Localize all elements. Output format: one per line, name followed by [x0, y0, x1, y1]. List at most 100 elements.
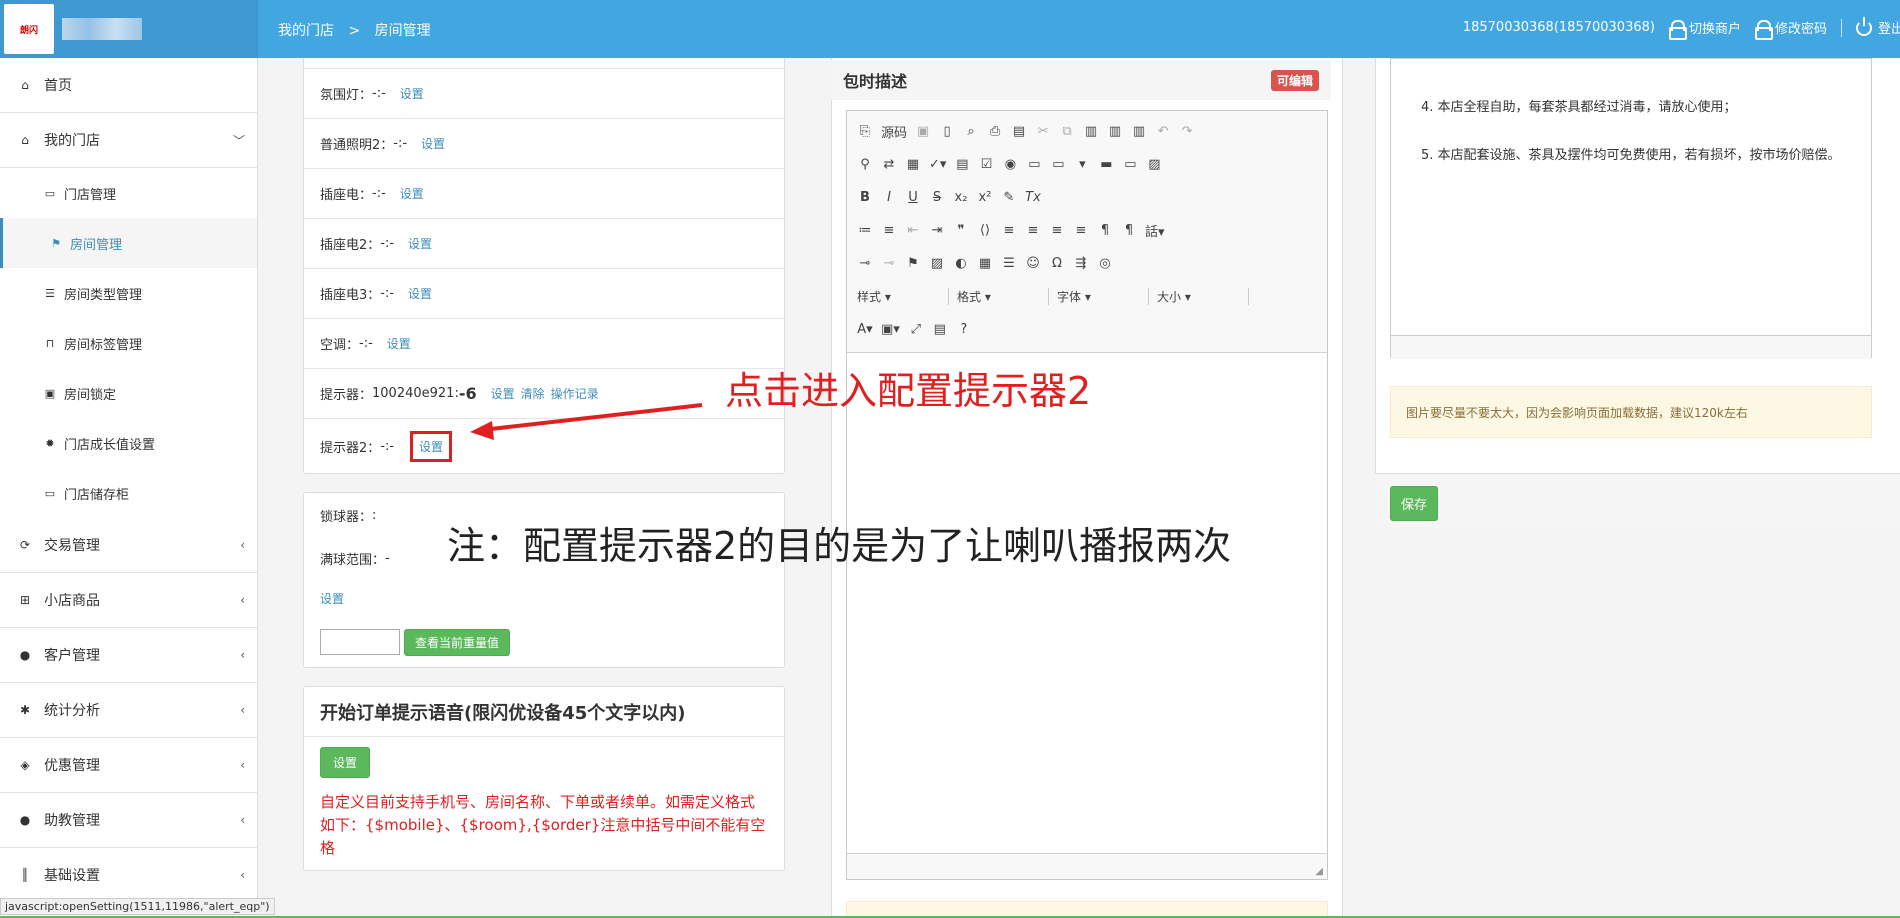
- image-icon[interactable]: ▨: [929, 256, 945, 271]
- sidebar-item-customer[interactable]: ● 客户管理 ‹: [0, 628, 257, 683]
- sidebar-sub-growth[interactable]: ✹ 门店成长值设置: [0, 418, 257, 468]
- align-right-icon[interactable]: ≡: [1049, 223, 1065, 238]
- prompter-log-link[interactable]: 操作记录: [551, 385, 599, 402]
- anchor-icon[interactable]: ⚑: [905, 256, 921, 271]
- bg-color-icon[interactable]: ▣▾: [881, 322, 900, 337]
- sidebar-sub-locker[interactable]: ▭ 门店储存柜: [0, 468, 257, 518]
- search-icon[interactable]: ⚲: [857, 157, 873, 172]
- language-icon[interactable]: 話▾: [1145, 221, 1165, 240]
- sidebar-sub-room-lock[interactable]: ▣ 房间锁定: [0, 368, 257, 418]
- save-button[interactable]: 保存: [1390, 486, 1439, 521]
- template-icon[interactable]: ▤: [1011, 124, 1027, 139]
- italic-icon[interactable]: I: [881, 190, 897, 205]
- outdent-icon[interactable]: ⇤: [905, 223, 921, 238]
- horizontal-rule-icon[interactable]: ☰: [1001, 256, 1017, 271]
- font-select[interactable]: 字体 ▾: [1057, 288, 1149, 305]
- switch-merchant-button[interactable]: 切换商户: [1668, 18, 1741, 40]
- sidebar-item-home[interactable]: ⌂ 首页: [0, 58, 257, 113]
- select-all-icon[interactable]: ▦: [905, 157, 921, 172]
- superscript-icon[interactable]: x²: [977, 190, 993, 205]
- paste-icon[interactable]: ▥: [1083, 124, 1099, 139]
- help-icon[interactable]: ?: [956, 322, 972, 337]
- prompter-set-link[interactable]: 设置: [491, 385, 515, 402]
- format-painter-icon[interactable]: ✎: [1001, 190, 1017, 205]
- prompter2-set-link[interactable]: 设置: [419, 440, 443, 454]
- sidebar-item-trade[interactable]: ⟳ 交易管理 ‹: [0, 518, 257, 573]
- sidebar-item-shop-goods[interactable]: ⊞ 小店商品 ‹: [0, 573, 257, 628]
- smiley-icon[interactable]: ☺: [1025, 256, 1041, 271]
- replace-icon[interactable]: ⇄: [881, 157, 897, 172]
- print-icon[interactable]: ⎙: [987, 124, 1003, 139]
- rich-text-editor[interactable]: ⎘ 源码 ▣ ▯ ⌕ ⎙ ▤ ✂ ⧉ ▥ ▥ ▥ ↶ ↷ ⚲ ⇄ ▦ ✓▾ ▤ ☑ ◉ ▭ ▭ ▾ ▬ ▭ ▨ B I U Sx₂ x² ✎…: [846, 110, 1328, 880]
- blockquote-icon[interactable]: ❞: [953, 223, 969, 238]
- sidebar-item-stats[interactable]: ✱ 统计分析 ‹: [0, 683, 257, 738]
- device-set-link[interactable]: 设置: [421, 135, 445, 152]
- bullet-list-icon[interactable]: ≡: [881, 223, 897, 238]
- strike-icon[interactable]: S: [929, 190, 945, 205]
- source-button[interactable]: 源码: [881, 122, 907, 141]
- device-set-link[interactable]: 设置: [387, 335, 411, 352]
- link-icon[interactable]: ⊸: [857, 256, 873, 271]
- flash-icon[interactable]: ◐: [953, 256, 969, 271]
- special-char-icon[interactable]: Ω: [1049, 256, 1065, 271]
- ball-set-link[interactable]: 设置: [320, 590, 344, 607]
- underline-icon[interactable]: U: [905, 190, 921, 205]
- maximize-icon[interactable]: ⤢: [908, 322, 924, 337]
- subscript-icon[interactable]: x₂: [953, 190, 969, 205]
- device-set-link[interactable]: 设置: [400, 85, 424, 102]
- view-weight-button[interactable]: 查看当前重量值: [404, 628, 511, 656]
- div-icon[interactable]: ⟨⟩: [977, 223, 993, 238]
- table-icon[interactable]: ▦: [977, 256, 993, 271]
- select-icon[interactable]: ▾: [1074, 157, 1090, 172]
- change-password-button[interactable]: 修改密码: [1754, 18, 1827, 40]
- save-icon[interactable]: ▣: [915, 124, 931, 139]
- ltr-icon[interactable]: ¶: [1097, 223, 1113, 238]
- paste-text-icon[interactable]: ▥: [1107, 124, 1123, 139]
- logout-button[interactable]: 登出: [1855, 16, 1900, 37]
- sidebar-sub-room-tag[interactable]: ⊓ 房间标签管理: [0, 318, 257, 368]
- align-left-icon[interactable]: ≡: [1001, 223, 1017, 238]
- preview-icon[interactable]: ⌕: [963, 124, 979, 139]
- image-button-icon[interactable]: ▭: [1122, 157, 1138, 172]
- sidebar-sub-room-type[interactable]: ☰ 房间类型管理: [0, 268, 257, 318]
- rtl-icon[interactable]: ¶: [1121, 223, 1137, 238]
- format-select[interactable]: 格式 ▾: [957, 288, 1049, 305]
- align-justify-icon[interactable]: ≡: [1073, 223, 1089, 238]
- hidden-field-icon[interactable]: ▨: [1146, 157, 1162, 172]
- button-icon[interactable]: ▬: [1098, 157, 1114, 172]
- align-center-icon[interactable]: ≡: [1025, 223, 1041, 238]
- form-icon[interactable]: ▤: [954, 157, 970, 172]
- size-select[interactable]: 大小 ▾: [1157, 288, 1249, 305]
- weight-input[interactable]: [320, 629, 400, 655]
- device-set-link[interactable]: 设置: [408, 285, 432, 302]
- sidebar-item-basic-settings[interactable]: ║ 基础设置 ‹: [0, 848, 257, 903]
- paste-word-icon[interactable]: ▥: [1131, 124, 1147, 139]
- redo-icon[interactable]: ↷: [1179, 124, 1195, 139]
- show-blocks-icon[interactable]: ▤: [932, 322, 948, 337]
- new-page-icon[interactable]: ▯: [939, 124, 955, 139]
- sidebar-item-discount[interactable]: ◈ 优惠管理 ‹: [0, 738, 257, 793]
- sidebar-item-coach[interactable]: ● 助教管理 ‹: [0, 793, 257, 848]
- sidebar-sub-store-manage[interactable]: ▭ 门店管理: [0, 168, 257, 218]
- logo[interactable]: 朗闪: [4, 4, 54, 54]
- resize-handle-icon[interactable]: ◢: [1315, 866, 1323, 877]
- spellcheck-icon[interactable]: ✓▾: [929, 157, 946, 172]
- order-voice-set-button[interactable]: 设置: [320, 746, 371, 778]
- style-select[interactable]: 样式 ▾: [857, 288, 949, 305]
- textarea-icon[interactable]: ▭: [1050, 157, 1066, 172]
- iframe-icon[interactable]: ◎: [1097, 256, 1113, 271]
- breadcrumb-item-store[interactable]: 我的门店: [278, 23, 334, 39]
- text-color-icon[interactable]: A▾: [857, 322, 873, 337]
- editor-resize-bar[interactable]: ◢: [847, 853, 1327, 879]
- prompter-clear-link[interactable]: 清除: [521, 385, 545, 402]
- sidebar-sub-room-manage[interactable]: ⚑ 房间管理: [0, 218, 257, 268]
- device-set-link[interactable]: 设置: [408, 235, 432, 252]
- indent-icon[interactable]: ⇥: [929, 223, 945, 238]
- unlink-icon[interactable]: ⊸: [881, 256, 897, 271]
- source-icon[interactable]: ⎘: [857, 124, 873, 139]
- page-break-icon[interactable]: ⇶: [1073, 256, 1089, 271]
- numbered-list-icon[interactable]: ≔: [857, 223, 873, 238]
- undo-icon[interactable]: ↶: [1155, 124, 1171, 139]
- sidebar-item-my-store[interactable]: ⌂ 我的门店 ﹀: [0, 113, 257, 168]
- checkbox-icon[interactable]: ☑: [978, 157, 994, 172]
